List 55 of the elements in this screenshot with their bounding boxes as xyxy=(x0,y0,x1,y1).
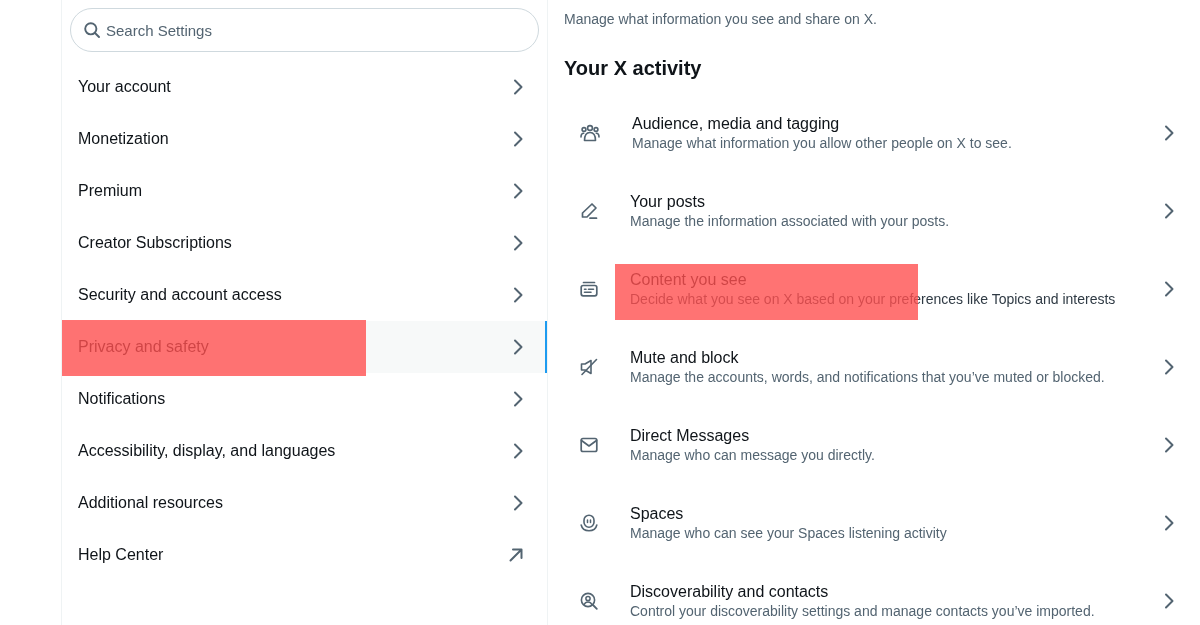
chevron-right-icon xyxy=(1164,125,1174,141)
chevron-right-icon xyxy=(1164,281,1174,297)
settings-menu-item[interactable]: Your account xyxy=(62,61,547,113)
chevron-right-icon xyxy=(1164,593,1174,609)
chevron-right-icon xyxy=(513,183,523,199)
chevron-right-icon xyxy=(1164,515,1174,531)
item-title: Spaces xyxy=(630,504,684,524)
envelope-icon xyxy=(580,437,598,453)
settings-menu-item[interactable]: Monetization xyxy=(62,113,547,165)
item-description: Manage the accounts, words, and notifications that you’ve muted or blocked. xyxy=(630,368,1105,386)
chevron-right-icon xyxy=(513,131,523,147)
settings-menu-item[interactable]: Premium xyxy=(62,165,547,217)
chevron-right-icon xyxy=(513,391,523,407)
settings-menu-item[interactable]: Notifications xyxy=(62,373,547,425)
settings-menu-item[interactable]: Accessibility, display, and languages xyxy=(62,425,547,477)
item-title: Audience, media and tagging xyxy=(632,114,840,134)
settings-item[interactable]: Discoverability and contacts Control your discoverability settings and manage contacts you’ve imported. xyxy=(564,562,1190,625)
settings-item[interactable]: Your posts Manage the information associated with your posts. xyxy=(564,172,1190,250)
chevron-right-icon xyxy=(513,339,523,355)
card-icon xyxy=(580,281,598,297)
chevron-right-icon xyxy=(1164,359,1174,375)
search-field[interactable]: Search Settings xyxy=(70,8,539,52)
settings-item[interactable]: Audience, media and tagging Manage what information you allow other people on X to see. xyxy=(564,94,1190,172)
chevron-right-icon xyxy=(513,235,523,251)
item-title: Discoverability and contacts xyxy=(630,582,829,602)
settings-item[interactable]: Mute and block Manage the accounts, words, and notifications that you’ve muted or blocked. xyxy=(564,328,1190,406)
chevron-right-icon xyxy=(1164,437,1174,453)
chevron-right-icon xyxy=(513,287,523,303)
settings-menu-item[interactable]: Creator Subscriptions xyxy=(62,217,547,269)
item-description: Manage who can message you directly. xyxy=(630,446,875,464)
item-title: Your posts xyxy=(630,192,705,212)
item-title: Direct Messages xyxy=(630,426,750,446)
search-icon xyxy=(84,22,100,38)
item-title: Mute and block xyxy=(630,348,739,368)
chevron-right-icon xyxy=(513,79,523,95)
people-icon xyxy=(580,124,600,142)
pencil-icon xyxy=(580,202,598,220)
settings-menu-item[interactable]: Security and account access xyxy=(62,269,547,321)
settings-item[interactable]: Direct Messages Manage who can message you directly. xyxy=(564,406,1190,484)
settings-menu-item[interactable]: Help Center xyxy=(62,529,547,581)
chevron-right-icon xyxy=(1164,203,1174,219)
item-description: Control your discoverability settings and manage contacts you’ve imported. xyxy=(630,602,1095,620)
microphone-icon xyxy=(580,514,598,532)
item-description: Manage what information you allow other people on X to see. xyxy=(632,134,1012,152)
chevron-right-icon xyxy=(513,495,523,511)
item-description: Manage the information associated with your posts. xyxy=(630,212,950,230)
arrow-up-right-icon xyxy=(509,548,523,562)
person-search-icon xyxy=(580,592,598,610)
chevron-right-icon xyxy=(513,443,523,459)
settings-item[interactable]: Spaces Manage who can see your Spaces listening activity xyxy=(564,484,1190,562)
section-heading: Your X activity xyxy=(564,56,702,80)
mute-icon xyxy=(580,358,598,376)
section-intro: Manage what information you see and share on X. xyxy=(564,10,877,28)
settings-menu-item[interactable]: Additional resources xyxy=(62,477,547,529)
item-description: Manage who can see your Spaces listening activity xyxy=(630,524,947,542)
